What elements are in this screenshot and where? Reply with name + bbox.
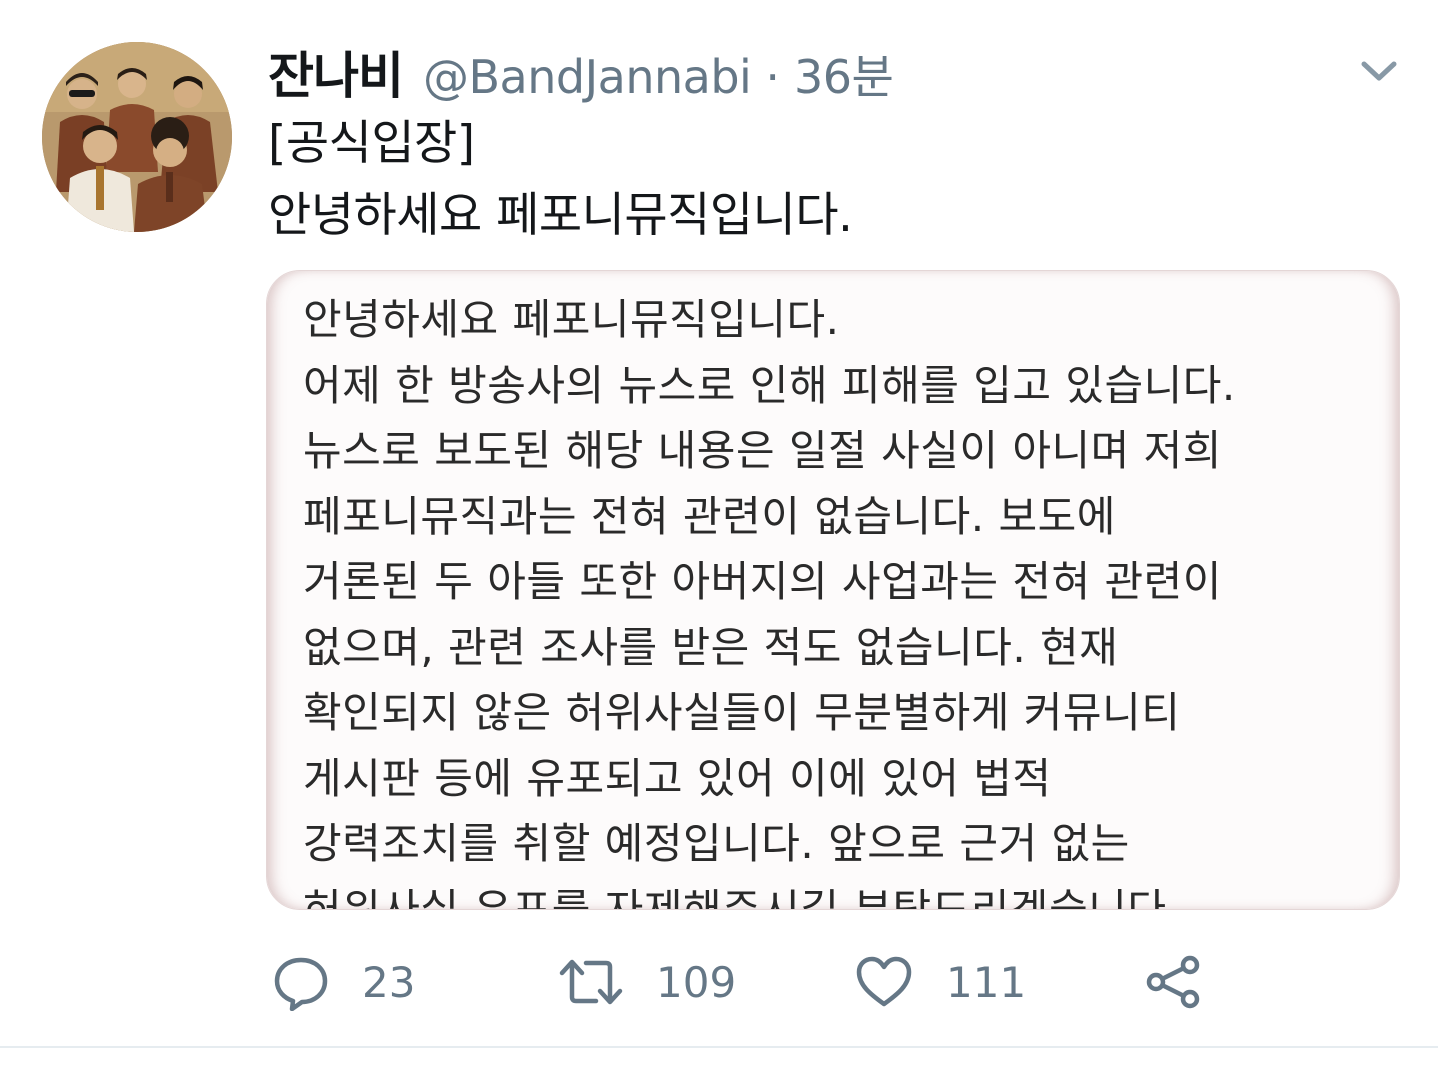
statement-line: 없으며, 관련 조사를 받은 적도 없습니다. 현재	[303, 622, 1119, 672]
statement-line: 어제 한 방송사의 뉴스로 인해 피해를 입고 있습니다.	[303, 360, 1236, 410]
statement-text: 안녕하세요 페포니뮤직입니다. 어제 한 방송사의 뉴스로 인해 피해를 입고 …	[303, 287, 1383, 910]
display-name[interactable]: 잔나비	[268, 36, 404, 108]
tweet-text-line: 안녕하세요 페포니뮤직입니다.	[268, 188, 853, 243]
statement-line: 뉴스로 보도된 해당 내용은 일절 사실이 아니며 저희	[303, 426, 1222, 475]
share-button[interactable]	[1144, 946, 1202, 1018]
user-handle[interactable]: @BandJannabi	[423, 50, 752, 104]
like-count: 111	[946, 957, 1027, 1007]
retweet-count: 109	[656, 957, 737, 1007]
statement-line: 강력조치를 취할 예정입니다. 앞으로 근거 없는	[303, 819, 1130, 868]
separator-dot: ·	[765, 50, 780, 104]
chevron-down-icon[interactable]	[1356, 52, 1402, 92]
avatar[interactable]	[42, 42, 232, 232]
like-button[interactable]: 111	[854, 946, 1026, 1018]
like-icon	[856, 956, 912, 1007]
retweet-icon	[559, 959, 623, 1005]
tweet-media-image[interactable]: 안녕하세요 페포니뮤직입니다. 어제 한 방송사의 뉴스로 인해 피해를 입고 …	[266, 270, 1400, 910]
statement-line: 안녕하세요 페포니뮤직입니다.	[303, 295, 840, 344]
statement-line: 거론된 두 아들 또한 아버지의 사업과는 전혀 관련이	[303, 557, 1222, 606]
reply-button[interactable]: 23	[272, 946, 415, 1018]
statement-line: 허위사실 유포를 자제해주시길 부탁드리겠습니다.	[303, 884, 1181, 910]
statement-line: 페포니뮤직과는 전혀 관련이 없습니다. 보도에	[303, 491, 1116, 541]
reply-count: 23	[362, 957, 416, 1007]
tweet-text-line: [공식입장]	[268, 116, 475, 171]
divider	[0, 1046, 1438, 1048]
band-photo-avatar	[42, 42, 232, 232]
tweet-actions: 23 109 111	[0, 946, 1438, 1018]
statement-line: 확인되지 않은 허위사실들이 무분별하게 커뮤니티	[303, 688, 1181, 737]
tweet-screen: 잔나비 @BandJannabi · 36분 [공식입장] 안녕하세요 페포니뮤…	[0, 0, 1438, 1069]
tweet-header: 잔나비 @BandJannabi · 36분	[268, 36, 894, 105]
tweet-timestamp[interactable]: 36분	[794, 41, 894, 107]
reply-icon	[274, 957, 328, 1011]
share-icon	[1146, 955, 1200, 1009]
retweet-button[interactable]: 109	[558, 946, 736, 1018]
statement-line: 게시판 등에 유포되고 있어 이에 있어 법적	[303, 753, 1052, 803]
